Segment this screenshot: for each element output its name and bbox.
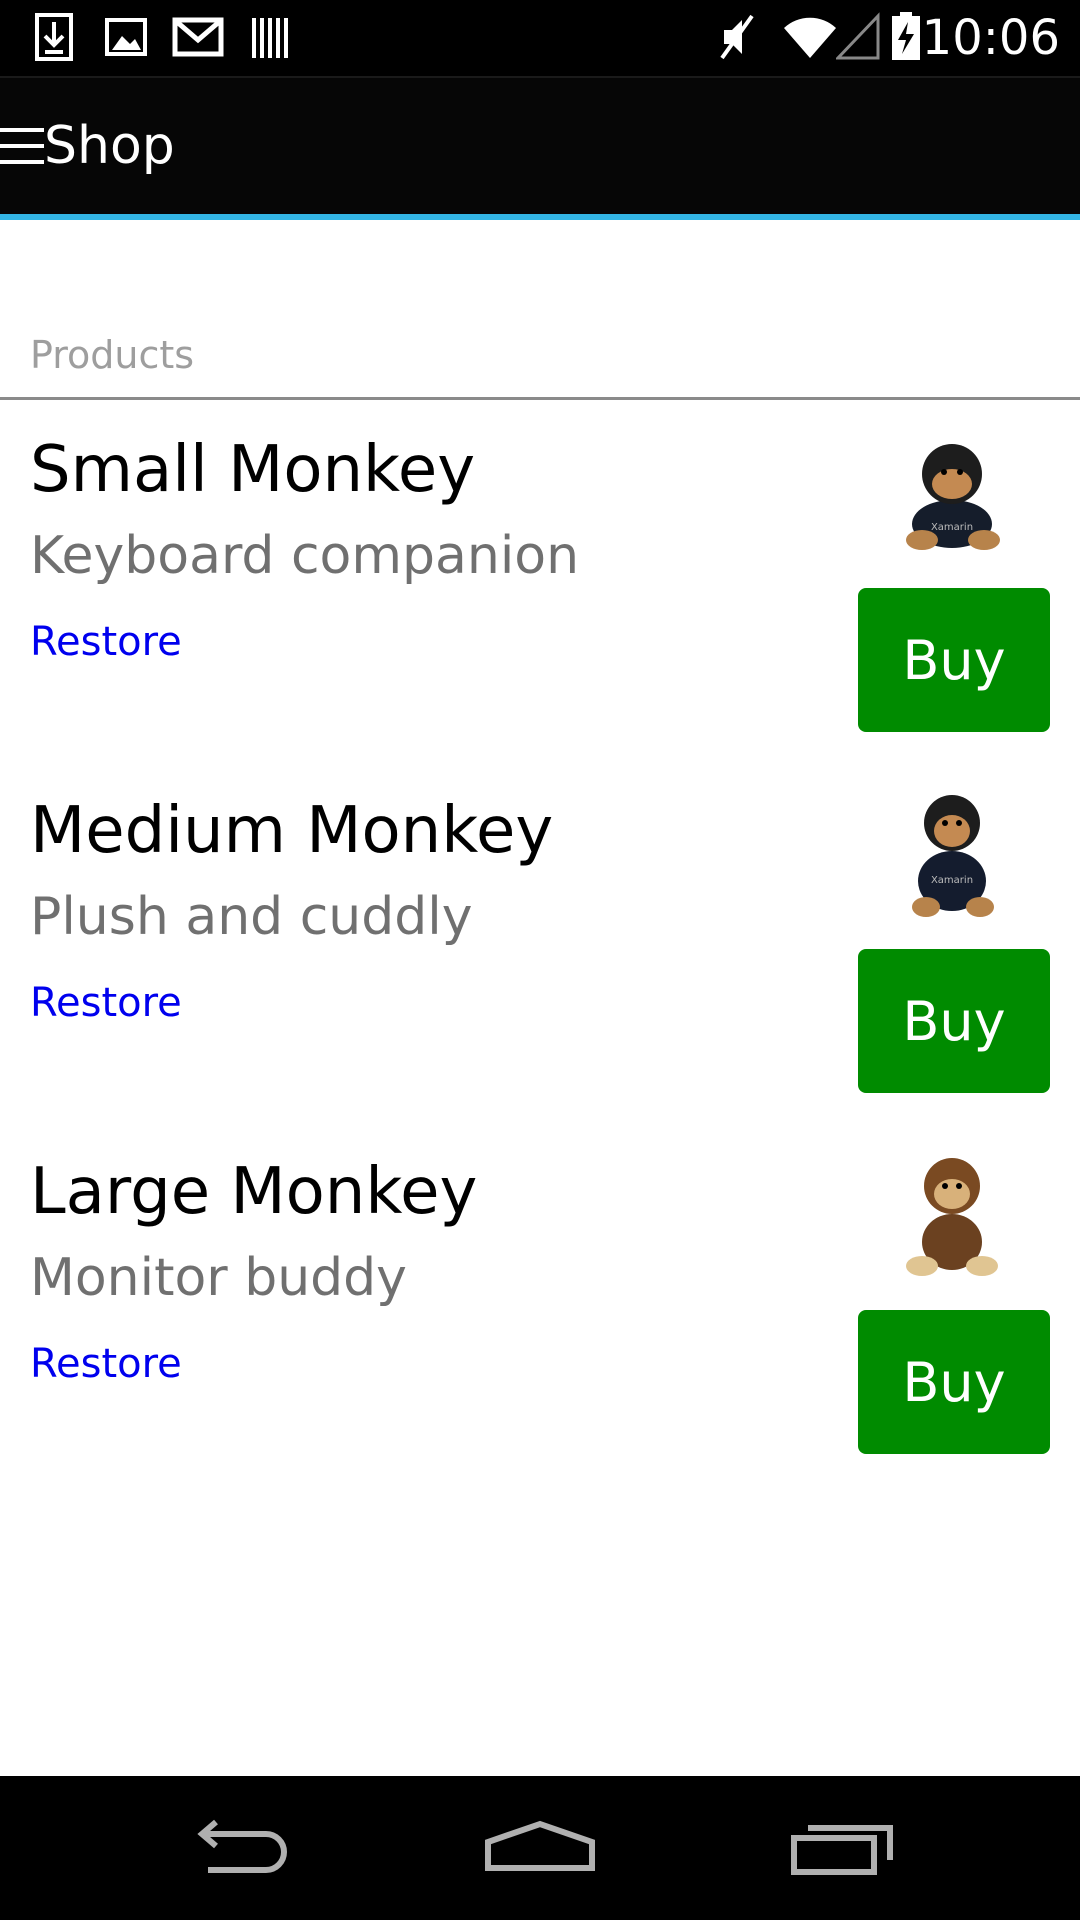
- battery-charging-icon: [892, 12, 920, 60]
- large-monkey-plush-icon: [906, 1158, 998, 1276]
- product-item-small-monkey: Small Monkey Keyboard companion Restore …: [0, 402, 1080, 762]
- product-item-large-monkey: Large Monkey Monitor buddy Restore Buy: [0, 1124, 1080, 1484]
- wifi-icon: [784, 17, 836, 58]
- back-icon[interactable]: [180, 1816, 300, 1880]
- svg-text:Xamarin: Xamarin: [931, 522, 973, 533]
- svg-text:Xamarin: Xamarin: [931, 875, 973, 886]
- home-icon[interactable]: [480, 1816, 600, 1880]
- small-monkey-plush-icon: Xamarin: [906, 444, 1000, 550]
- restore-link[interactable]: Restore: [30, 977, 182, 1029]
- signal-icon: [836, 12, 880, 60]
- page-title: Shop: [44, 116, 175, 176]
- status-bar: 10:06: [0, 0, 1080, 78]
- product-name: Small Monkey: [30, 433, 476, 507]
- product-item-medium-monkey: Medium Monkey Plush and cuddly Restore X…: [0, 763, 1080, 1123]
- product-description: Plush and cuddly: [30, 887, 473, 947]
- status-time: 10:06: [921, 10, 1060, 66]
- product-description: Keyboard companion: [30, 526, 580, 586]
- product-name: Large Monkey: [30, 1155, 478, 1229]
- recents-icon[interactable]: [780, 1816, 900, 1880]
- buy-button[interactable]: Buy: [858, 588, 1050, 732]
- barcode-icon: [252, 18, 288, 58]
- action-bar: Shop: [0, 78, 1080, 220]
- navigation-bar: [0, 1776, 1080, 1920]
- image-icon: [105, 18, 147, 56]
- medium-monkey-plush-icon: Xamarin: [912, 795, 994, 917]
- section-divider: [0, 397, 1080, 400]
- restore-link[interactable]: Restore: [30, 616, 182, 668]
- hamburger-icon[interactable]: [0, 128, 44, 166]
- products-section-header: Products: [30, 333, 195, 377]
- product-description: Monitor buddy: [30, 1248, 407, 1308]
- restore-link[interactable]: Restore: [30, 1338, 182, 1390]
- download-icon: [35, 13, 73, 61]
- gmail-icon: [172, 17, 224, 57]
- buy-button[interactable]: Buy: [858, 1310, 1050, 1454]
- mute-icon: [720, 14, 754, 60]
- product-name: Medium Monkey: [30, 794, 554, 868]
- buy-button[interactable]: Buy: [858, 949, 1050, 1093]
